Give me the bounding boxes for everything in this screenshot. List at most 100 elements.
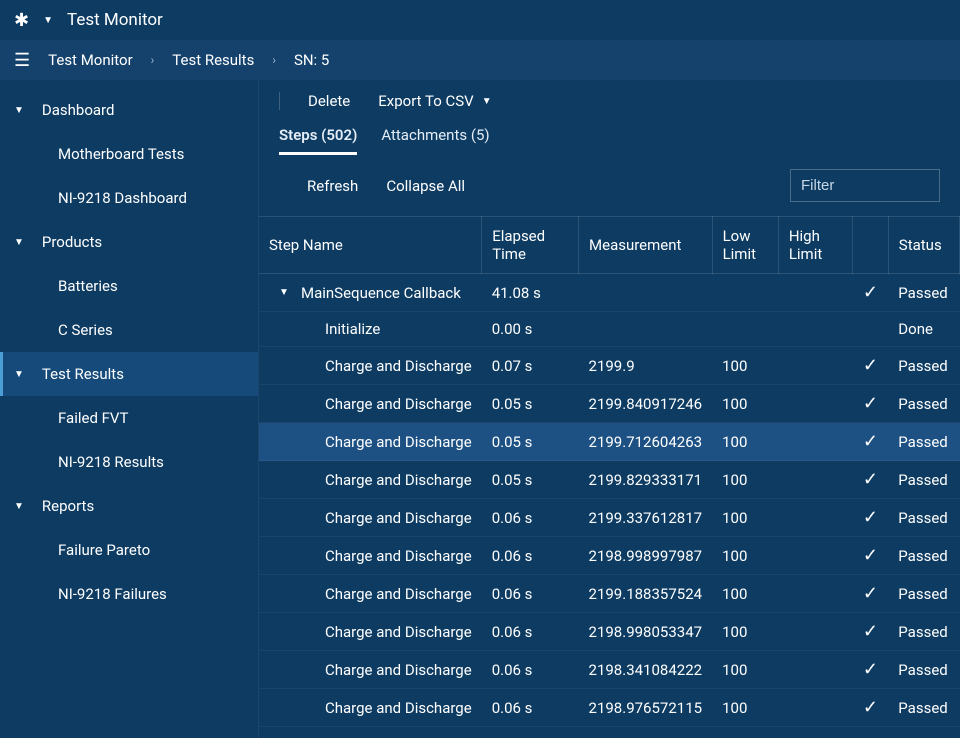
table-row[interactable]: Charge and Discharge0.06 s2198.341084222… (259, 651, 960, 689)
export-csv-button[interactable]: Export To CSV ▼ (378, 92, 491, 110)
step-name: Charge and Discharge (325, 585, 472, 603)
high-limit-cell (778, 312, 852, 347)
step-name: Charge and Discharge (325, 509, 472, 527)
status-cell: Passed (888, 461, 959, 499)
sidebar-item[interactable]: C Series (0, 308, 258, 352)
high-limit-cell (778, 727, 852, 738)
elapsed-cell: 0.07 s (482, 727, 579, 738)
sidebar-group[interactable]: ▼Test Results (0, 352, 258, 396)
status-cell: Passed (888, 347, 959, 385)
elapsed-cell: 41.08 s (482, 274, 579, 312)
low-limit-cell: 100 (712, 461, 778, 499)
elapsed-cell: 0.06 s (482, 689, 579, 727)
export-csv-label: Export To CSV (378, 92, 473, 110)
refresh-button[interactable]: Refresh (307, 177, 358, 195)
measurement-cell: 2199.840917246 (579, 385, 713, 423)
col-step-name[interactable]: Step Name (259, 217, 482, 274)
tab-attachments[interactable]: Attachments (5) (381, 118, 489, 155)
measurement-cell: 2198.998997987 (579, 537, 713, 575)
table-row[interactable]: Charge and Discharge0.07 s2199.377229124… (259, 727, 960, 738)
breadcrumb-bar: ☰ Test Monitor›Test Results›SN: 5 (0, 40, 960, 80)
status-check-icon: ✓ (853, 385, 889, 423)
breadcrumb-item[interactable]: Test Monitor (48, 51, 133, 69)
table-row[interactable]: Charge and Discharge0.06 s2199.337612817… (259, 499, 960, 537)
sidebar-item[interactable]: Failure Pareto (0, 528, 258, 572)
filter-input[interactable] (790, 169, 940, 202)
step-name: Charge and Discharge (325, 623, 472, 641)
delete-button[interactable]: Delete (308, 92, 350, 110)
sidebar-item[interactable]: NI-9218 Results (0, 440, 258, 484)
col-elapsed[interactable]: Elapsed Time (482, 217, 579, 274)
tab-steps[interactable]: Steps (502) (279, 118, 357, 155)
col-status[interactable]: Status (888, 217, 959, 274)
step-name: MainSequence Callback (301, 284, 461, 302)
sidebar-group[interactable]: ▼Dashboard (0, 88, 258, 132)
low-limit-cell: 100 (712, 727, 778, 738)
measurement-cell: 2199.377229124 (579, 727, 713, 738)
table-row[interactable]: Charge and Discharge0.05 s2199.829333171… (259, 461, 960, 499)
sidebar-item[interactable]: Failed FVT (0, 396, 258, 440)
table-row[interactable]: Charge and Discharge0.06 s2198.976572115… (259, 689, 960, 727)
breadcrumb-item[interactable]: SN: 5 (294, 51, 329, 69)
table-row[interactable]: Initialize0.00 sDone (259, 312, 960, 347)
measurement-cell (579, 274, 713, 312)
status-cell: Passed (888, 537, 959, 575)
measurement-cell: 2199.188357524 (579, 575, 713, 613)
status-check-icon: ✓ (853, 461, 889, 499)
sidebar-group-label: Test Results (42, 365, 124, 383)
high-limit-cell (778, 385, 852, 423)
status-cell: Passed (888, 651, 959, 689)
low-limit-cell (712, 274, 778, 312)
sidebar-group[interactable]: ▼Products (0, 220, 258, 264)
status-check-icon: ✓ (853, 347, 889, 385)
sidebar-group-label: Dashboard (42, 101, 115, 119)
hamburger-icon[interactable]: ☰ (14, 50, 30, 71)
status-check-icon: ✓ (853, 575, 889, 613)
high-limit-cell (778, 537, 852, 575)
app-dropdown-icon[interactable]: ▼ (43, 15, 53, 26)
table-row[interactable]: Charge and Discharge0.05 s2199.712604263… (259, 423, 960, 461)
low-limit-cell: 100 (712, 689, 778, 727)
main-toolbar: Delete Export To CSV ▼ (259, 80, 960, 114)
high-limit-cell (778, 575, 852, 613)
col-status-icon[interactable] (853, 217, 889, 274)
sidebar-group-label: Products (42, 233, 102, 251)
measurement-cell: 2199.829333171 (579, 461, 713, 499)
sidebar-item[interactable]: NI-9218 Failures (0, 572, 258, 616)
high-limit-cell (778, 347, 852, 385)
status-cell: Passed (888, 499, 959, 537)
col-low-limit[interactable]: Low Limit (712, 217, 778, 274)
status-cell: Passed (888, 385, 959, 423)
status-cell: Passed (888, 274, 959, 312)
low-limit-cell: 100 (712, 537, 778, 575)
table-row[interactable]: Charge and Discharge0.06 s2198.998053347… (259, 613, 960, 651)
sidebar-item[interactable]: NI-9218 Dashboard (0, 176, 258, 220)
status-cell: Passed (888, 575, 959, 613)
breadcrumb-item[interactable]: Test Results (172, 51, 254, 69)
status-check-icon: ✓ (853, 651, 889, 689)
elapsed-cell: 0.06 s (482, 651, 579, 689)
table-row[interactable]: Charge and Discharge0.07 s2199.9100✓Pass… (259, 347, 960, 385)
status-cell: Passed (888, 689, 959, 727)
sidebar-item[interactable]: Batteries (0, 264, 258, 308)
status-cell: Passed (888, 423, 959, 461)
table-row[interactable]: Charge and Discharge0.05 s2199.840917246… (259, 385, 960, 423)
step-name: Initialize (325, 320, 380, 338)
measurement-cell: 2199.9 (579, 347, 713, 385)
table-row[interactable]: Charge and Discharge0.06 s2198.998997987… (259, 537, 960, 575)
table-row[interactable]: ▼MainSequence Callback41.08 s✓Passed (259, 274, 960, 312)
high-limit-cell (778, 689, 852, 727)
sidebar-group-label: Reports (42, 497, 94, 515)
status-check-icon: ✓ (853, 537, 889, 575)
toolbar-divider (279, 92, 280, 110)
col-measurement[interactable]: Measurement (579, 217, 713, 274)
table-row[interactable]: Charge and Discharge0.06 s2199.188357524… (259, 575, 960, 613)
low-limit-cell: 100 (712, 385, 778, 423)
sidebar-item[interactable]: Motherboard Tests (0, 132, 258, 176)
chevron-down-icon[interactable]: ▼ (279, 287, 291, 298)
collapse-all-button[interactable]: Collapse All (386, 177, 465, 195)
high-limit-cell (778, 423, 852, 461)
col-high-limit[interactable]: High Limit (778, 217, 852, 274)
sidebar-group[interactable]: ▼Reports (0, 484, 258, 528)
title-bar: ✱ ▼ Test Monitor (0, 0, 960, 40)
